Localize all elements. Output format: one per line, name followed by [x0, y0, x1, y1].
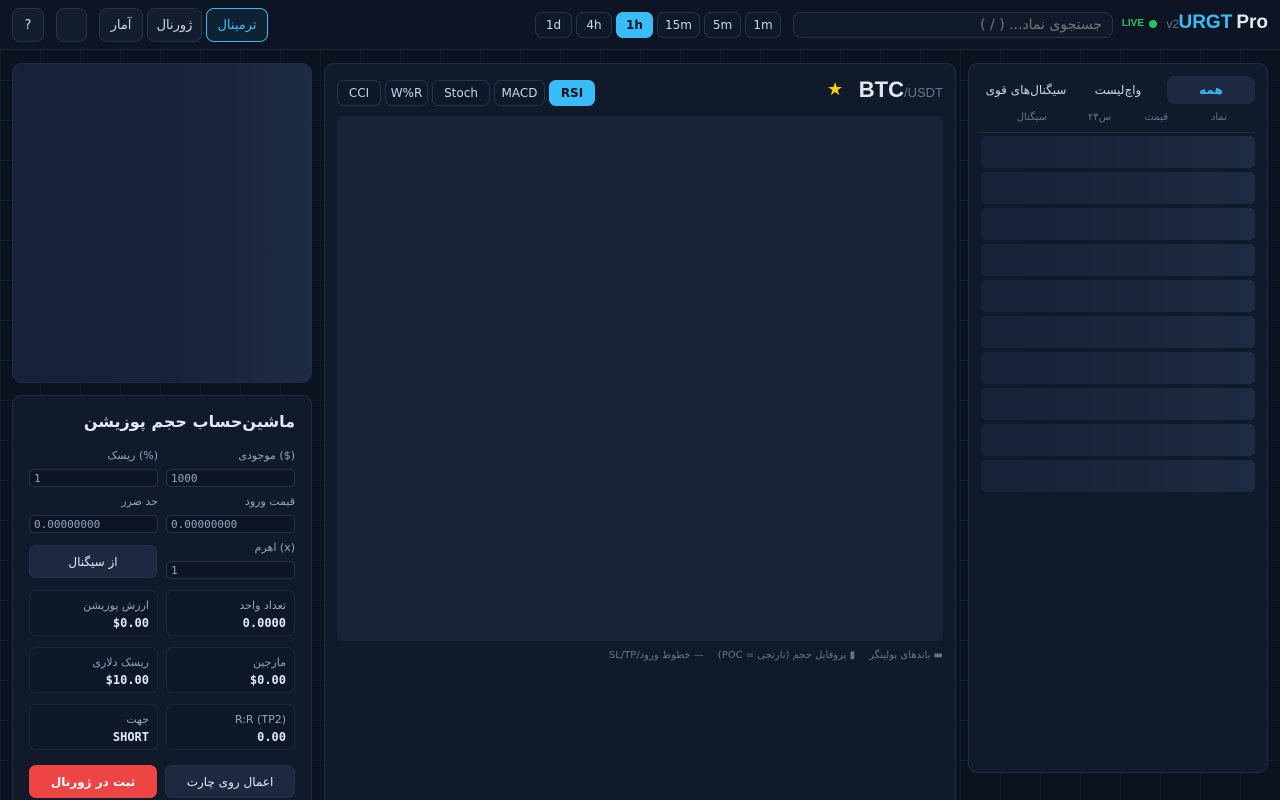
- watchlist-panel: همه واچ‌لیست سیگنال‌های قوی نماد قیمت ۲۴…: [968, 63, 1268, 773]
- live-indicator: LIVE: [1122, 18, 1157, 29]
- column-header-24h: ۲۴س: [1088, 112, 1111, 123]
- indicator-macd[interactable]: MACD: [494, 80, 545, 106]
- apply-to-chart-button[interactable]: اعمال روی چارت: [165, 765, 295, 798]
- margin-label: مارجین: [252, 656, 286, 669]
- timeframe-1d[interactable]: 1d: [535, 12, 572, 38]
- watchlist-tab-watchlist[interactable]: واچ‌لیست: [1081, 76, 1155, 104]
- units-value: 0.0000: [242, 616, 286, 630]
- nav-terminal-tab[interactable]: ترمینال: [206, 8, 268, 42]
- list-item[interactable]: [981, 424, 1255, 456]
- top-bar: URGT Pro v2 LIVE 1d 4h 1h 15m 5m 1m ترمی…: [0, 0, 1280, 50]
- indicator-rsi[interactable]: RSI: [549, 80, 595, 106]
- chart-canvas[interactable]: [337, 116, 943, 641]
- watchlist-tab-all[interactable]: همه: [1167, 76, 1255, 104]
- calculator-title: ماشین‌حساب حجم پوزیشن: [83, 412, 295, 431]
- list-item[interactable]: [981, 244, 1255, 276]
- indicator-stoch[interactable]: Stoch: [432, 80, 490, 106]
- favorite-star-icon[interactable]: ★: [827, 79, 843, 100]
- leverage-field[interactable]: [166, 561, 295, 579]
- risk-dollar-label: ریسک دلاری: [92, 656, 149, 669]
- position-size-calculator: ماشین‌حساب حجم پوزیشن موجودی ($) ریسک (%…: [12, 395, 312, 800]
- balance-field[interactable]: [166, 469, 295, 487]
- timeframe-15m[interactable]: 15m: [657, 12, 700, 38]
- save-to-journal-button[interactable]: ثبت در ژورنال: [29, 765, 157, 798]
- stop-loss-label: حد ضرر: [121, 495, 158, 508]
- header-divider: [981, 132, 1255, 133]
- rr-value: 0.00: [257, 730, 286, 744]
- timeframe-1h[interactable]: 1h: [616, 12, 653, 38]
- risk-dollar-value: $10.00: [105, 673, 149, 687]
- list-item[interactable]: [981, 460, 1255, 492]
- entry-price-label: قیمت ورود: [244, 495, 295, 508]
- units-label: تعداد واحد: [239, 599, 286, 612]
- brand-suffix: Pro: [1236, 12, 1268, 33]
- risk-percent-field[interactable]: [29, 469, 158, 487]
- chart-legend: ▬ باندهای بولینگر ▮ پروفایل حجم (نارنجی …: [609, 650, 943, 661]
- list-item[interactable]: [981, 208, 1255, 240]
- symbol-base: BTC: [858, 77, 904, 102]
- theme-toggle-button[interactable]: [56, 8, 87, 42]
- legend-entry-sl-tp: — خطوط ورود/SL/TP: [608, 650, 704, 661]
- direction-value: SHORT: [112, 730, 149, 744]
- stop-loss-field[interactable]: [29, 515, 158, 533]
- risk-dollar-stat: ریسک دلاری $10.00: [29, 647, 158, 693]
- chart-symbol: BTC /USDT: [859, 77, 943, 103]
- timeframe-4h[interactable]: 4h: [576, 12, 612, 38]
- list-item[interactable]: [981, 280, 1255, 312]
- position-value-value: $0.00: [112, 616, 149, 630]
- help-button[interactable]: ?: [12, 8, 44, 42]
- risk-label: ریسک (%): [107, 449, 158, 462]
- live-label: LIVE: [1121, 18, 1144, 29]
- column-header-price: قیمت: [1144, 112, 1168, 123]
- leverage-label: اهرم (x): [254, 541, 295, 554]
- balance-label: موجودی ($): [238, 449, 295, 462]
- units-stat: تعداد واحد 0.0000: [166, 590, 295, 636]
- list-item[interactable]: [981, 136, 1255, 168]
- nav-stats-tab[interactable]: آمار: [99, 8, 143, 42]
- nav-journal-tab[interactable]: ژورنال: [147, 8, 202, 42]
- rr-label: R:R (TP2): [234, 713, 286, 726]
- live-dot-icon: [1149, 19, 1157, 28]
- brand-name: URGT: [1178, 12, 1233, 33]
- list-item[interactable]: [981, 316, 1255, 348]
- symbol-search-input[interactable]: [793, 12, 1113, 38]
- timeframe-1m[interactable]: 1m: [745, 12, 781, 38]
- side-info-panel: [12, 63, 312, 383]
- list-item[interactable]: [981, 388, 1255, 420]
- direction-label: جهت: [126, 713, 149, 726]
- watchlist-tab-strong-signals[interactable]: سیگنال‌های قوی: [981, 76, 1071, 104]
- indicator-cci[interactable]: CCI: [337, 80, 381, 106]
- version-label: v2: [1166, 17, 1179, 31]
- entry-price-field[interactable]: [166, 515, 295, 533]
- legend-volume-profile: ▮ پروفایل حجم (نارنجی = POC): [717, 650, 856, 661]
- rr-stat: R:R (TP2) 0.00: [166, 704, 295, 750]
- direction-stat: جهت SHORT: [29, 704, 158, 750]
- symbol-quote: /USDT: [904, 85, 943, 100]
- chart-panel: BTC /USDT ★ RSI MACD Stoch W%R CCI ▬ بان…: [324, 63, 956, 800]
- position-value-stat: ارزش پوزیشن $0.00: [29, 590, 158, 636]
- column-header-symbol: نماد: [1210, 112, 1227, 123]
- list-item[interactable]: [981, 172, 1255, 204]
- from-signal-button[interactable]: از سیگنال: [29, 545, 157, 578]
- list-item[interactable]: [981, 352, 1255, 384]
- margin-stat: مارجین $0.00: [166, 647, 295, 693]
- position-value-label: ارزش پوزیشن: [83, 599, 149, 612]
- legend-bollinger: ▬ باندهای بولینگر: [869, 650, 943, 661]
- indicator-wr[interactable]: W%R: [385, 80, 428, 106]
- timeframe-5m[interactable]: 5m: [704, 12, 741, 38]
- column-header-signal: سیگنال: [1016, 112, 1047, 123]
- brand-logo: URGT Pro: [1178, 12, 1268, 36]
- margin-value: $0.00: [249, 673, 286, 687]
